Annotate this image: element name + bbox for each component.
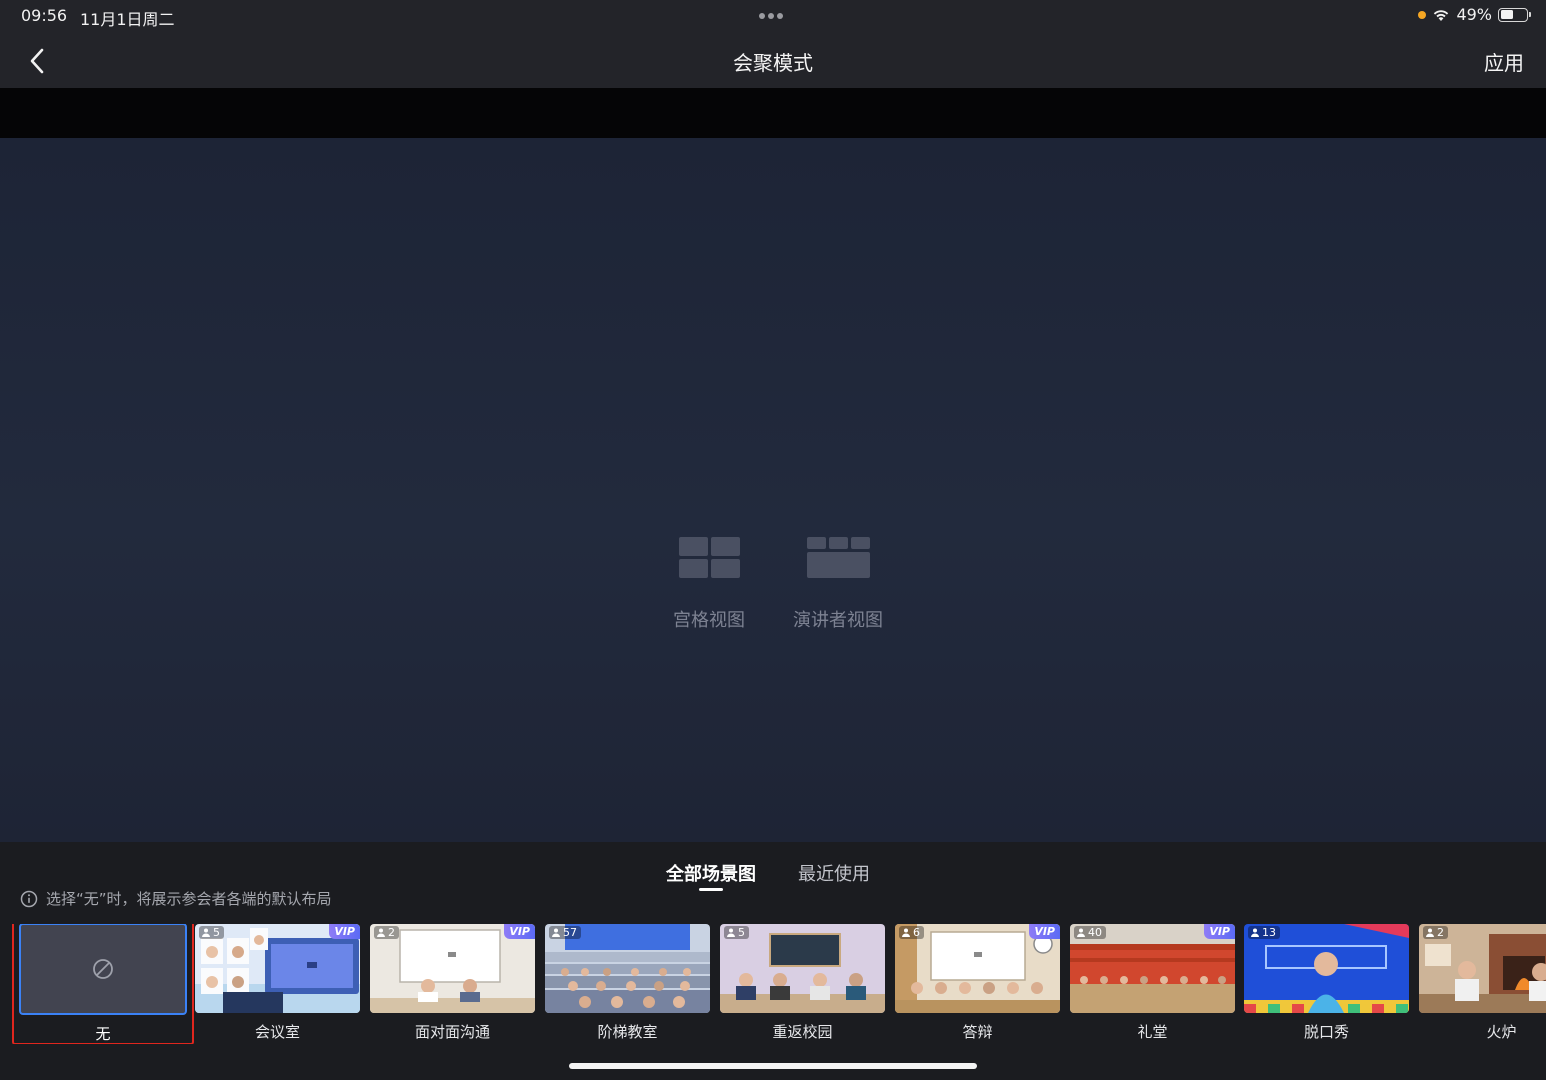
person-icon (727, 928, 735, 937)
scene-thumbnail: 13 (1244, 924, 1409, 1013)
vip-badge: VIP (1204, 924, 1235, 939)
scene-thumbnail: 57 (545, 924, 710, 1013)
scene-label: 阶梯教室 (597, 1023, 658, 1041)
participant-count-badge: 57 (549, 926, 581, 939)
scene-label: 火炉 (1486, 1023, 1517, 1041)
wifi-icon (1434, 9, 1449, 21)
scene-none-thumbnail (19, 924, 187, 1015)
tab-recent[interactable]: 最近使用 (798, 860, 870, 886)
scene-face-to-face[interactable]: 2 VIP 面对面沟通 (370, 924, 535, 1042)
battery-percent: 49% (1456, 5, 1492, 24)
scene-label: 礼堂 (1137, 1023, 1168, 1041)
recording-dot-icon (1418, 10, 1427, 19)
vip-badge: VIP (504, 924, 535, 939)
scene-label: 重返校园 (772, 1023, 833, 1041)
scene-thumbnail: 5 (720, 924, 885, 1013)
scene-thumbnail: 6 VIP (895, 924, 1060, 1013)
grid-view-label: 宫格视图 (673, 610, 745, 631)
participant-count-badge: 2 (374, 926, 399, 939)
multitasking-dots-icon[interactable] (759, 13, 783, 19)
scene-label: 答辩 (962, 1023, 993, 1041)
status-indicators: 49% (1418, 5, 1531, 24)
status-date: 11月1日周二 (80, 10, 175, 29)
scene-fireplace[interactable]: 2 火炉 (1419, 924, 1546, 1042)
scene-lecture-hall[interactable]: 57 阶梯教室 (545, 924, 710, 1042)
home-indicator[interactable] (569, 1063, 977, 1069)
layout-preview: 宫格视图 演讲者视图 (0, 138, 1546, 842)
person-icon (552, 928, 560, 937)
scene-talk-show[interactable]: 13 脱口秀 (1244, 924, 1409, 1042)
apply-button[interactable]: 应用 (1484, 47, 1524, 76)
scene-label: 脱口秀 (1303, 1023, 1349, 1041)
page-title: 会聚模式 (733, 51, 813, 75)
scene-thumbnail: 5 VIP (195, 924, 360, 1013)
battery-icon (1498, 7, 1531, 22)
prohibited-icon (93, 959, 113, 979)
participant-count-badge: 40 (1074, 926, 1106, 939)
participant-count-badge: 6 (899, 926, 924, 939)
scene-meeting-room[interactable]: 5 VIP 会议室 (195, 924, 360, 1042)
scene-none[interactable]: 无 (12, 924, 194, 1044)
hint-row: 选择“无”时，将展示参会者各端的默认布局 (20, 888, 332, 909)
person-icon (902, 928, 910, 937)
speaker-view-option[interactable]: 演讲者视图 (788, 536, 888, 632)
vip-badge: VIP (329, 924, 360, 939)
scene-auditorium[interactable]: 40 VIP 礼堂 (1070, 924, 1235, 1042)
participant-count-badge: 13 (1248, 926, 1280, 939)
grid-view-option[interactable]: 宫格视图 (659, 536, 759, 632)
participant-count-badge: 5 (199, 926, 224, 939)
speaker-view-label: 演讲者视图 (793, 610, 883, 631)
status-time: 09:56 (21, 6, 68, 25)
active-tab-underline (699, 888, 723, 891)
person-icon (202, 928, 210, 937)
person-icon (377, 928, 385, 937)
preview-top-band (0, 88, 1546, 138)
scene-list[interactable]: 无 5 VIP 会议室 2 VIP 面对面沟通 57 阶梯教室 5 重返校园 6… (0, 924, 1546, 1044)
scene-none-label: 无 (95, 1025, 111, 1043)
info-icon (20, 890, 38, 907)
participant-count-badge: 2 (1423, 926, 1448, 939)
scene-defense[interactable]: 6 VIP 答辩 (895, 924, 1060, 1042)
nav-bar: 会聚模式 应用 (0, 34, 1546, 88)
scene-thumbnail: 40 VIP (1070, 924, 1235, 1013)
tab-all-scenes[interactable]: 全部场景图 (666, 860, 756, 886)
person-icon (1251, 928, 1259, 937)
status-bar: 09:56 11月1日周二 49% (0, 0, 1546, 34)
person-icon (1077, 928, 1085, 937)
grid-view-icon (679, 537, 740, 578)
scene-label: 会议室 (254, 1023, 300, 1041)
vip-badge: VIP (1029, 924, 1060, 939)
scene-thumbnail: 2 (1419, 924, 1546, 1013)
person-icon (1426, 928, 1434, 937)
speaker-view-icon (807, 537, 870, 578)
scene-back-to-school[interactable]: 5 重返校园 (720, 924, 885, 1042)
participant-count-badge: 5 (724, 926, 749, 939)
scene-label: 面对面沟通 (414, 1023, 490, 1041)
scene-panel: 全部场景图 最近使用 选择“无”时，将展示参会者各端的默认布局 无 5 VIP … (0, 842, 1546, 1080)
scene-thumbnail: 2 VIP (370, 924, 535, 1013)
hint-text: 选择“无”时，将展示参会者各端的默认布局 (46, 890, 332, 908)
